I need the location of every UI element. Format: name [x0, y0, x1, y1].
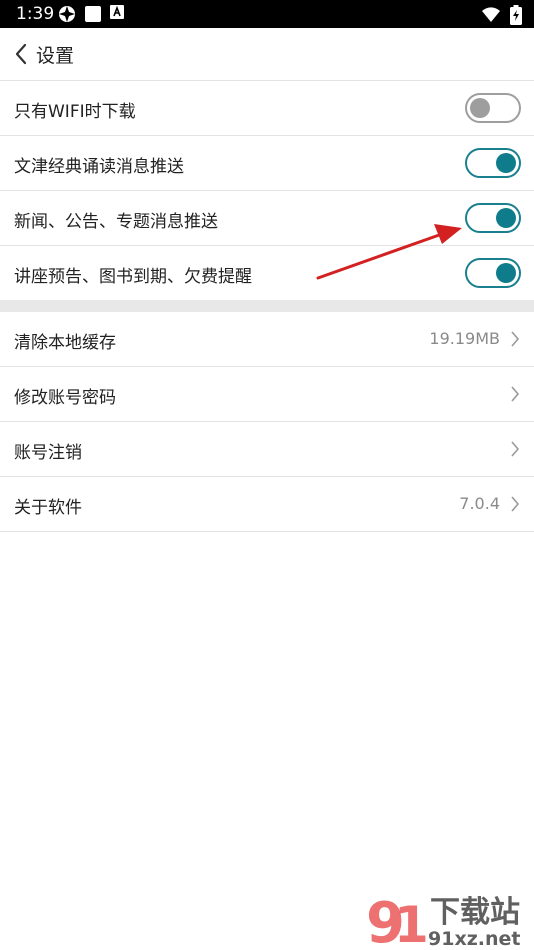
site-watermark-logo: 9 1 下载站 91xz.net [366, 891, 520, 950]
chevron-right-icon [511, 386, 520, 402]
toggle-row-wifi-download: 只有WIFI时下载 [0, 81, 534, 136]
toggle-label: 只有WIFI时下载 [14, 102, 136, 122]
status-indicators [481, 4, 522, 25]
battery-charging-icon [510, 4, 522, 25]
toggle-knob [496, 153, 516, 173]
lecture-reminder-toggle[interactable] [465, 258, 521, 288]
cache-size-value: 19.19MB [429, 329, 500, 348]
settings-row-change-password[interactable]: 修改账号密码 [0, 367, 534, 422]
chevron-right-icon [511, 331, 520, 347]
settings-label: 账号注销 [14, 443, 82, 463]
settings-label: 修改账号密码 [14, 388, 116, 408]
toggle-knob [496, 208, 516, 228]
settings-label: 关于软件 [14, 498, 82, 518]
toggle-knob [496, 263, 516, 283]
toggle-row-news-push: 新闻、公告、专题消息推送 [0, 191, 534, 246]
toggle-row-lecture-reminder: 讲座预告、图书到期、欠费提醒 [0, 246, 534, 300]
toggle-row-wenjin-push: 文津经典诵读消息推送 [0, 136, 534, 191]
svg-text:1: 1 [394, 896, 429, 950]
settings-row-about[interactable]: 关于软件 7.0.4 [0, 477, 534, 532]
toggle-label: 文津经典诵读消息推送 [14, 157, 184, 177]
app-notification-icon [59, 6, 75, 22]
watermark-text: 下载站 [430, 895, 520, 930]
toggle-label: 新闻、公告、专题消息推送 [14, 212, 218, 232]
status-time: 1:39 [16, 4, 55, 24]
square-notification-icon [85, 6, 101, 22]
version-value: 7.0.4 [459, 494, 500, 513]
news-push-toggle[interactable] [465, 203, 521, 233]
a-notification-icon [110, 5, 124, 19]
section-divider [0, 300, 534, 312]
wifi-download-toggle[interactable] [465, 93, 521, 123]
wenjin-push-toggle[interactable] [465, 148, 521, 178]
wifi-icon [481, 6, 500, 22]
settings-row-cancel-account[interactable]: 账号注销 [0, 422, 534, 477]
settings-row-clear-cache[interactable]: 清除本地缓存 19.19MB [0, 312, 534, 367]
back-arrow-icon[interactable] [10, 40, 32, 68]
status-bar: 1:39 [0, 0, 534, 28]
watermark-domain: 91xz.net [428, 928, 520, 950]
page-title: 设置 [36, 45, 75, 67]
chevron-right-icon [511, 441, 520, 457]
header: 设置 [0, 28, 534, 81]
chevron-right-icon [511, 496, 520, 512]
toggle-label: 讲座预告、图书到期、欠费提醒 [14, 267, 252, 287]
settings-label: 清除本地缓存 [14, 333, 116, 353]
toggle-knob [470, 98, 490, 118]
